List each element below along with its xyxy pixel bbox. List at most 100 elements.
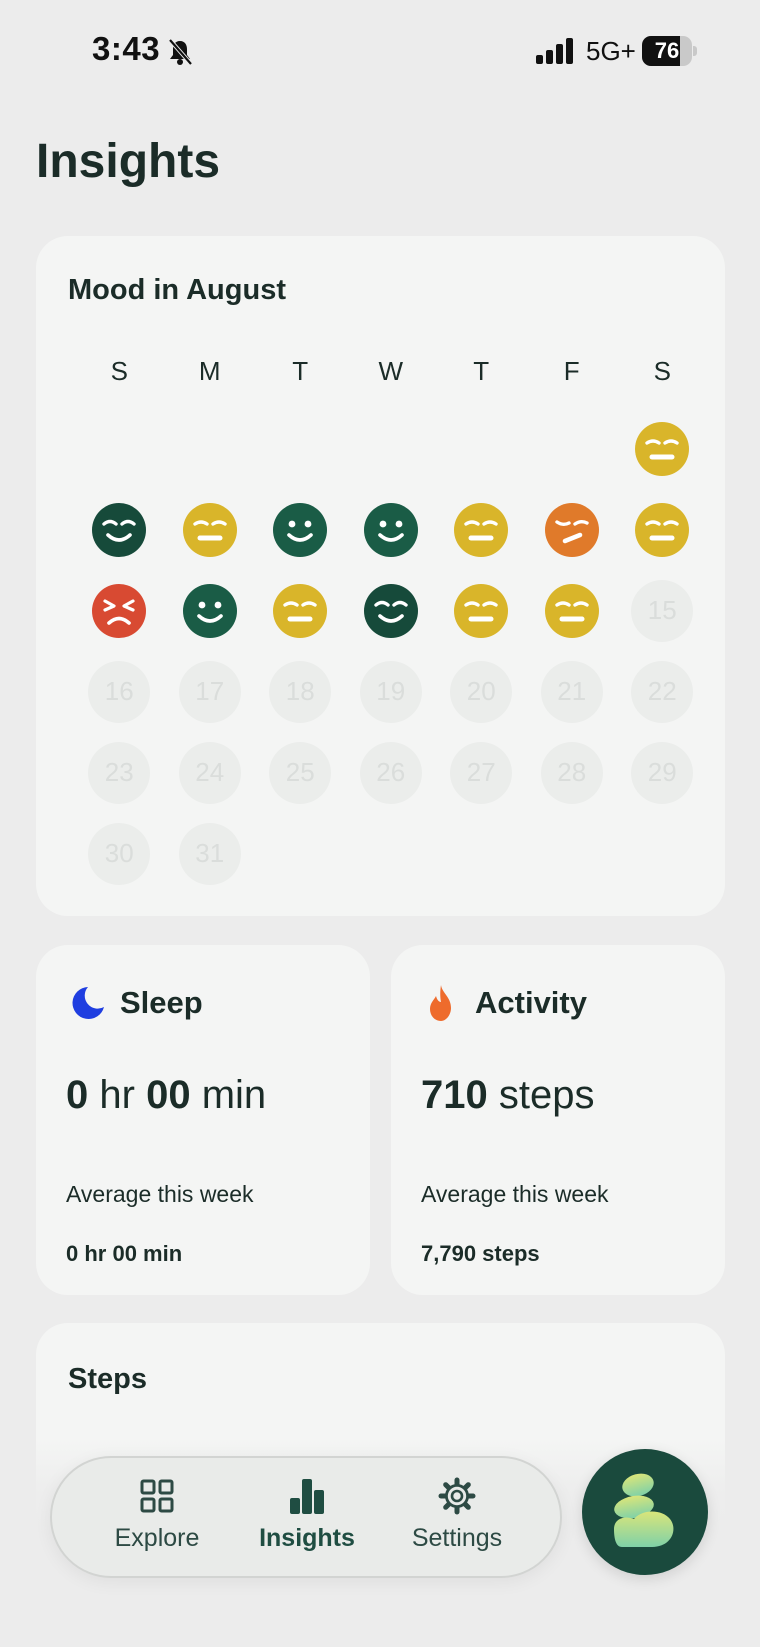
bell-muted-icon <box>168 38 193 66</box>
battery-level: 76 <box>654 38 680 63</box>
sleep-hours-unit: hr <box>99 1073 135 1117</box>
sleep-title: Sleep <box>120 985 203 1020</box>
calendar-day[interactable]: 19 <box>346 651 437 732</box>
calendar-day-number: 22 <box>631 660 694 723</box>
mood-happy-icon <box>273 502 328 557</box>
status-time: 3:43 <box>92 30 161 67</box>
calendar-day-number: 30 <box>88 822 151 885</box>
calendar-day-number: 26 <box>359 741 422 804</box>
calendar-day[interactable]: 20 <box>436 651 527 732</box>
mood-happy-icon <box>363 502 418 557</box>
tab-settings[interactable]: Settings <box>382 1476 532 1566</box>
calendar-day[interactable]: 27 <box>436 732 527 813</box>
grid-icon <box>140 1479 174 1513</box>
calendar-day[interactable] <box>74 489 165 570</box>
calendar-day[interactable]: 17 <box>165 651 256 732</box>
activity-average-label: Average this week <box>421 1181 609 1207</box>
steps-title: Steps <box>68 1363 147 1395</box>
calendar-day[interactable]: 21 <box>527 651 618 732</box>
calendar-day[interactable]: 16 <box>74 651 165 732</box>
calendar-day[interactable]: 31 <box>165 813 256 894</box>
calendar-day-number: 27 <box>450 741 513 804</box>
sleep-value: 0 hr 00 min <box>66 1073 266 1118</box>
tab-insights[interactable]: Insights <box>232 1476 382 1566</box>
flame-icon <box>430 985 451 1021</box>
tab-explore[interactable]: Explore <box>82 1476 232 1566</box>
calendar-day[interactable] <box>346 570 437 651</box>
signal-icon <box>536 38 573 64</box>
calendar-day[interactable]: 29 <box>617 732 708 813</box>
moon-icon <box>72 987 104 1019</box>
calendar-day[interactable]: 23 <box>74 732 165 813</box>
app-logo-icon <box>614 1473 674 1547</box>
sleep-card[interactable]: Sleep 0 hr 00 min Average this week 0 hr… <box>36 945 370 1295</box>
sleep-minutes: 00 <box>146 1073 191 1117</box>
activity-value: 710 steps <box>421 1073 594 1118</box>
calendar-day[interactable] <box>617 489 708 570</box>
mood-calendar-grid: 15 16 17 18 19 20 21 22 23 24 25 26 27 28 29 30 31 <box>74 408 708 894</box>
mood-neutral-icon <box>273 583 328 638</box>
calendar-day[interactable]: 28 <box>527 732 618 813</box>
calendar-blank <box>527 408 618 489</box>
weekday-label: W <box>378 356 404 386</box>
calendar-day-number: 20 <box>450 660 513 723</box>
weekday-label: F <box>563 356 580 386</box>
calendar-day-number: 23 <box>88 741 151 804</box>
sleep-hours: 0 <box>66 1073 89 1117</box>
calendar-day-number: 18 <box>269 660 332 723</box>
mood-angry-icon <box>92 583 147 638</box>
calendar-day[interactable] <box>527 570 618 651</box>
calendar-day-number: 25 <box>269 741 332 804</box>
calendar-day[interactable] <box>74 570 165 651</box>
activity-unit: steps <box>498 1073 595 1117</box>
sleep-average-label: Average this week <box>66 1181 254 1207</box>
insights-screen: 3:43 5G+ 76 Insights Mood in August S M T W… <box>0 0 760 1647</box>
calendar-day[interactable]: 30 <box>74 813 165 894</box>
calendar-day[interactable] <box>255 489 346 570</box>
calendar-day[interactable] <box>255 570 346 651</box>
app-logo-button[interactable] <box>582 1449 708 1575</box>
calendar-blank <box>255 408 346 489</box>
calendar-day[interactable] <box>436 489 527 570</box>
calendar-day-number: 16 <box>88 660 151 723</box>
calendar-day[interactable]: 15 <box>617 570 708 651</box>
calendar-day[interactable]: 22 <box>617 651 708 732</box>
page-title: Insights <box>36 135 221 188</box>
weekday-header: SMTWTFS <box>74 356 708 387</box>
calendar-day[interactable]: 24 <box>165 732 256 813</box>
sleep-minutes-unit: min <box>201 1073 267 1117</box>
calendar-day-number: 21 <box>540 660 603 723</box>
calendar-day[interactable]: 25 <box>255 732 346 813</box>
activity-average-value: 7,790 steps <box>421 1241 540 1266</box>
calendar-day[interactable] <box>346 489 437 570</box>
calendar-day-number: 29 <box>631 741 694 804</box>
tab-bar: Explore Insights Settings <box>50 1456 562 1578</box>
status-bar: 3:43 5G+ 76 <box>0 0 760 100</box>
calendar-blank <box>74 408 165 489</box>
calendar-day-number: 28 <box>540 741 603 804</box>
weekday-label: S <box>653 356 671 386</box>
mood-neutral-icon <box>544 583 599 638</box>
calendar-day[interactable]: 26 <box>346 732 437 813</box>
mood-calendar-card[interactable]: Mood in August S M T W T F S 15 16 17 18 19 20 21 22 2… <box>36 236 725 916</box>
calendar-day[interactable]: 18 <box>255 651 346 732</box>
weekday-label: T <box>473 356 490 386</box>
calendar-day-number: 24 <box>178 741 241 804</box>
calendar-day[interactable] <box>617 408 708 489</box>
network-label: 5G+ <box>586 36 636 66</box>
activity-title: Activity <box>475 985 587 1020</box>
calendar-day[interactable] <box>165 570 256 651</box>
mood-annoyed-icon <box>544 502 599 557</box>
calendar-day[interactable] <box>165 489 256 570</box>
calendar-day-number: 19 <box>359 660 422 723</box>
activity-card[interactable]: Activity 710 steps Average this week 7,7… <box>391 945 725 1295</box>
mood-neutral-icon <box>182 502 237 557</box>
mood-neutral-icon <box>635 421 690 476</box>
tab-explore-label: Explore <box>114 1524 200 1552</box>
calendar-blank <box>346 408 437 489</box>
calendar-day[interactable] <box>436 570 527 651</box>
mood-neutral-icon <box>454 583 509 638</box>
calendar-blank <box>165 408 256 489</box>
calendar-day[interactable] <box>527 489 618 570</box>
calendar-blank <box>436 408 527 489</box>
